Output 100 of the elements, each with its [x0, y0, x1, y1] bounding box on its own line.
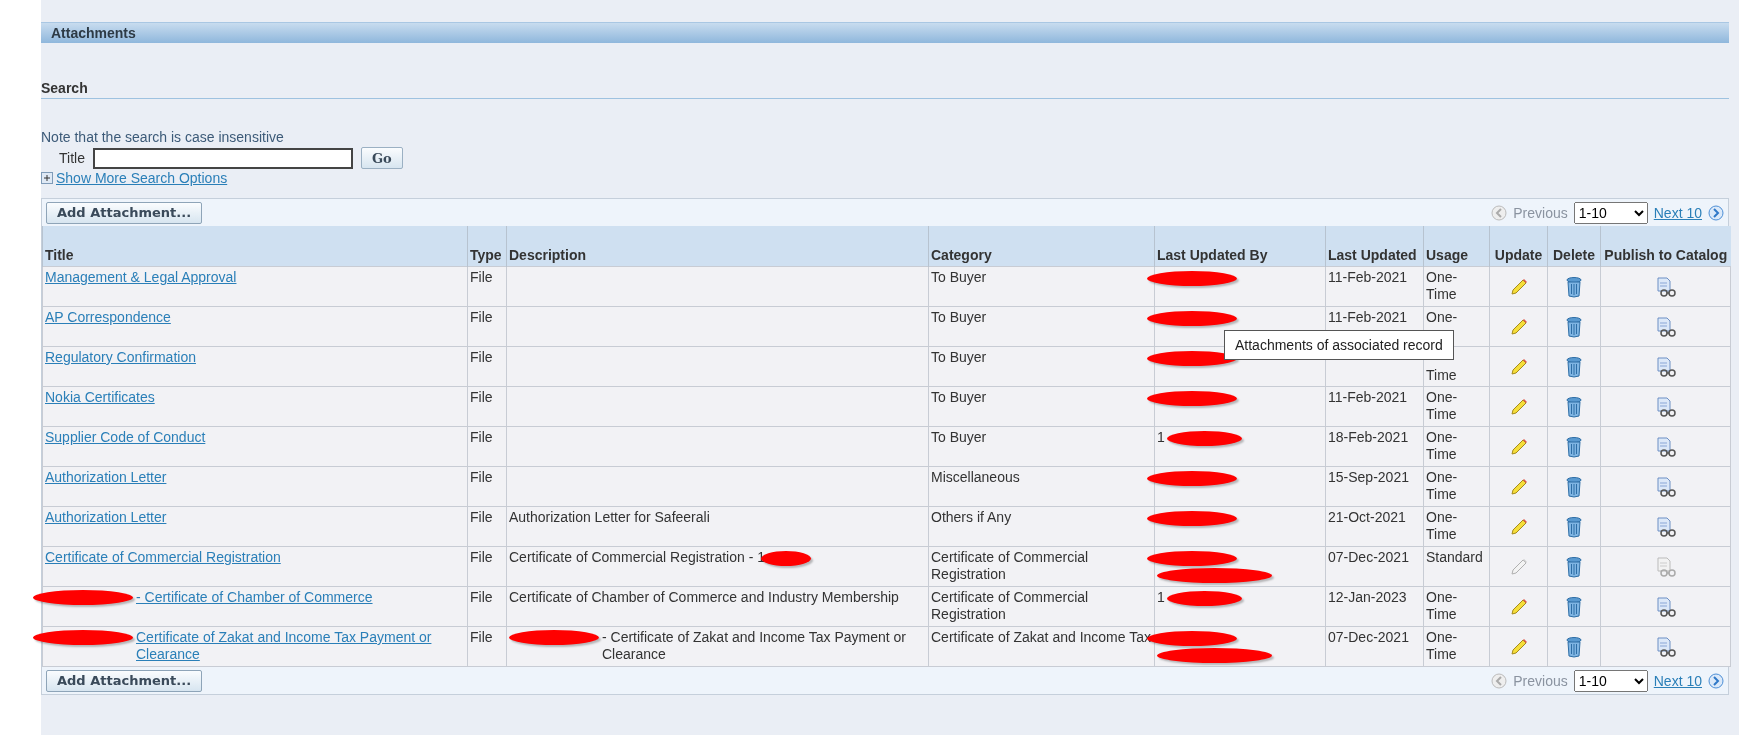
- trash-icon[interactable]: [1565, 315, 1583, 338]
- pencil-icon[interactable]: [1508, 356, 1529, 377]
- trash-icon[interactable]: [1565, 555, 1583, 578]
- table-cell: Certificate of Zakat and Income Tax: [928, 626, 1155, 667]
- title-link[interactable]: AP Correspondence: [45, 309, 465, 326]
- table-cell: Others if Any: [928, 506, 1155, 547]
- table-cell: One-Time: [1423, 586, 1490, 627]
- pencil-icon[interactable]: [1508, 636, 1529, 657]
- title-field[interactable]: [92, 147, 353, 169]
- table-cell: 15-Sep-2021: [1325, 466, 1424, 507]
- table-cell: File: [467, 346, 507, 387]
- table-cell: Certificate of Commercial Registration: [928, 546, 1155, 587]
- table-cell: To Buyer: [928, 386, 1155, 427]
- column-header: Delete: [1547, 226, 1601, 267]
- document-glasses-icon[interactable]: [1654, 275, 1677, 298]
- next-link[interactable]: Next 10: [1653, 204, 1702, 221]
- column-header: Description: [506, 226, 929, 267]
- column-header: Title: [42, 226, 468, 267]
- go-button[interactable]: Go: [360, 147, 403, 169]
- table-cell: Standard: [1423, 546, 1490, 587]
- column-header: Publish to Catalog: [1600, 226, 1731, 267]
- pencil-icon[interactable]: [1508, 316, 1529, 337]
- title-link[interactable]: Authorization Letter: [45, 509, 465, 526]
- pencil-icon[interactable]: [1508, 276, 1529, 297]
- pencil-icon[interactable]: [1508, 596, 1529, 617]
- title-link[interactable]: Certificate of Commercial Registration: [45, 549, 465, 566]
- table-cell: To Buyer: [928, 266, 1155, 307]
- table-cell: 21-Oct-2021: [1325, 506, 1424, 547]
- table-cell: 07-Dec-2021: [1325, 626, 1424, 667]
- tooltip: Attachments of associated record: [1224, 330, 1454, 360]
- title-link[interactable]: Supplier Code of Conduct: [45, 429, 465, 446]
- table-cell: One-Time: [1423, 266, 1490, 307]
- trash-icon[interactable]: [1565, 475, 1583, 498]
- next-link[interactable]: Next 10: [1653, 672, 1702, 689]
- title-link[interactable]: - Certificate of Chamber of Commerce: [136, 589, 465, 606]
- pencil-icon[interactable]: [1508, 516, 1529, 537]
- table-cell: File: [467, 586, 507, 627]
- document-glasses-icon[interactable]: [1654, 395, 1677, 418]
- column-header: Type: [467, 226, 507, 267]
- search-note: Note that the search is case insensitive: [41, 129, 284, 145]
- table-cell: 11-Feb-2021: [1325, 266, 1424, 307]
- trash-icon[interactable]: [1565, 435, 1583, 458]
- trash-icon[interactable]: [1565, 595, 1583, 618]
- title-link[interactable]: Regulatory Confirmation: [45, 349, 465, 366]
- column-header: Last Updated By: [1154, 226, 1326, 267]
- table-cell: To Buyer: [928, 346, 1155, 387]
- table-cell: To Buyer: [928, 426, 1155, 467]
- table-cell: File: [467, 386, 507, 427]
- table-cell: One-Time: [1423, 506, 1490, 547]
- title-label: Title: [59, 150, 85, 166]
- document-glasses-icon[interactable]: [1654, 515, 1677, 538]
- table-cell: File: [467, 426, 507, 467]
- document-glasses-icon[interactable]: [1654, 435, 1677, 458]
- table-cell: One-Time: [1423, 386, 1490, 427]
- table-cell: 11-Feb-2021: [1325, 386, 1424, 427]
- search-heading: Search: [41, 80, 88, 96]
- pencil-icon[interactable]: [1508, 476, 1529, 497]
- title-link[interactable]: Certificate of Zakat and Income Tax Payment or Clearance: [136, 629, 465, 663]
- description-text: Authorization Letter for Safeerali: [509, 509, 710, 525]
- pencil-icon[interactable]: [1508, 396, 1529, 417]
- table-cell: One-Time: [1423, 626, 1490, 667]
- column-header: Update: [1489, 226, 1548, 267]
- table-cell: File: [467, 546, 507, 587]
- description-text: - Certificate of Zakat and Income Tax Payment or Clearance: [602, 629, 907, 663]
- add-attachment-button[interactable]: Add Attachment...: [46, 669, 203, 692]
- document-glasses-icon[interactable]: [1654, 355, 1677, 378]
- table-cell: Certificate of Commercial Registration: [928, 586, 1155, 627]
- title-link[interactable]: Nokia Certificates: [45, 389, 465, 406]
- table-cell: Miscellaneous: [928, 466, 1155, 507]
- title-link[interactable]: Management & Legal Approval: [45, 269, 465, 286]
- trash-icon[interactable]: [1565, 355, 1583, 378]
- title-link[interactable]: Authorization Letter: [45, 469, 465, 486]
- table-cell: One-Time: [1423, 466, 1490, 507]
- range-select[interactable]: 1-10: [1573, 669, 1648, 692]
- trash-icon[interactable]: [1565, 275, 1583, 298]
- document-glasses-icon[interactable]: [1654, 475, 1677, 498]
- document-glasses-icon[interactable]: [1654, 595, 1677, 618]
- plus-icon[interactable]: [41, 172, 53, 184]
- table-cell: File: [467, 506, 507, 547]
- document-glasses-icon[interactable]: [1654, 635, 1677, 658]
- show-more-search-options-link[interactable]: Show More Search Options: [56, 170, 228, 186]
- add-attachment-button[interactable]: Add Attachment...: [46, 201, 203, 224]
- column-header: Last Updated: [1325, 226, 1424, 267]
- range-select[interactable]: 1-10: [1573, 201, 1648, 224]
- pencil-icon[interactable]: [1508, 436, 1529, 457]
- table-cell: 12-Jan-2023: [1325, 586, 1424, 627]
- table-cell: One-Time: [1423, 426, 1490, 467]
- column-header: Category: [928, 226, 1155, 267]
- table-cell: File: [467, 626, 507, 667]
- description-text: Certificate of Commercial Registration - 1: [509, 549, 765, 565]
- table-cell: File: [467, 466, 507, 507]
- table-cell: To Buyer: [928, 306, 1155, 347]
- trash-icon[interactable]: [1565, 515, 1583, 538]
- trash-icon[interactable]: [1565, 395, 1583, 418]
- document-glasses-icon[interactable]: [1654, 315, 1677, 338]
- table-cell: File: [467, 306, 507, 347]
- trash-icon[interactable]: [1565, 635, 1583, 658]
- table-cell: 18-Feb-2021: [1325, 426, 1424, 467]
- user-id-text: 1: [1157, 589, 1165, 605]
- table-cell: 07-Dec-2021: [1325, 546, 1424, 587]
